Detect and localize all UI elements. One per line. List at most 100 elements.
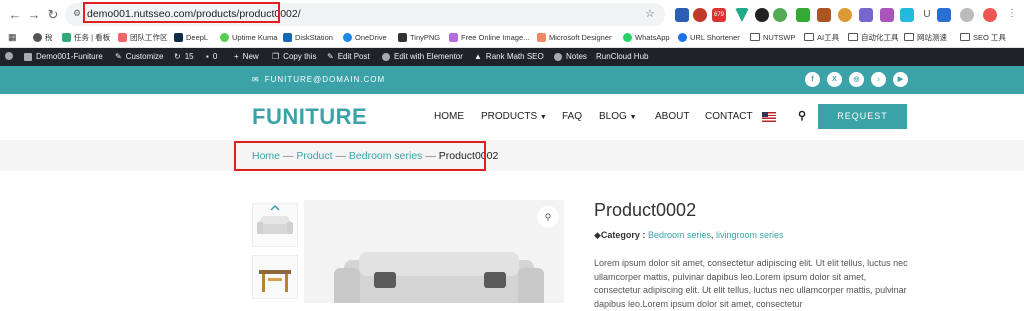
- reload-icon[interactable]: ↻: [44, 6, 62, 24]
- bookmark-item[interactable]: 稅: [33, 30, 53, 44]
- bookmark-label: 团队工作区: [130, 32, 168, 42]
- bookmark-favicon-icon: [537, 32, 546, 42]
- extension-icon[interactable]: [859, 8, 873, 22]
- pencil-icon: ✎: [327, 52, 334, 61]
- x-icon[interactable]: X: [827, 72, 842, 87]
- extension-icon[interactable]: [817, 8, 831, 22]
- nav-about[interactable]: ABOUT: [655, 111, 689, 122]
- url-highlight-box: [83, 2, 280, 23]
- site-info-icon[interactable]: ⚙: [73, 8, 81, 19]
- nav-home[interactable]: HOME: [434, 111, 464, 122]
- adminbar-edit-post[interactable]: ✎ Edit Post: [327, 52, 370, 61]
- bookmark-item[interactable]: Microsoft Designer: [537, 30, 612, 44]
- adminbar-rankmath[interactable]: ▲ Rank Math SEO: [474, 52, 544, 61]
- extension-icon[interactable]: [755, 8, 769, 22]
- adminbar-updates[interactable]: ↻ 15: [174, 52, 194, 61]
- bookmark-item[interactable]: DeepL: [174, 30, 208, 44]
- extension-icon[interactable]: [693, 8, 707, 22]
- adminbar-elementor-label: Edit with Elementor: [394, 52, 463, 61]
- bookmark-item[interactable]: Uptime Kuma: [220, 30, 277, 44]
- adminbar-copy[interactable]: ❐ Copy this: [272, 52, 317, 61]
- us-flag-icon[interactable]: [762, 112, 776, 122]
- bookmark-label: Free Online Image...: [461, 32, 530, 42]
- instagram-icon[interactable]: ◎: [849, 72, 864, 87]
- bookmark-label: SEO 工具: [973, 32, 1006, 42]
- bookmark-folder[interactable]: SEO 工具: [960, 30, 1006, 44]
- notes-icon: [554, 52, 562, 61]
- bookmark-item[interactable]: 团队工作区: [118, 30, 168, 44]
- adminbar-customize[interactable]: ✎ Customize: [115, 52, 164, 61]
- request-button[interactable]: REQUEST: [818, 104, 907, 129]
- extension-icon[interactable]: [983, 8, 997, 22]
- extension-icon[interactable]: [900, 8, 914, 22]
- adminbar-elementor[interactable]: Edit with Elementor: [382, 52, 463, 61]
- wordpress-logo-icon[interactable]: [5, 52, 13, 60]
- adminbar-copy-label: Copy this: [283, 52, 317, 61]
- product-thumbnail[interactable]: [252, 203, 298, 247]
- extension-icon[interactable]: [675, 8, 689, 22]
- bookmark-label: AI工具: [817, 32, 840, 42]
- category-link-livingroom[interactable]: livingroom series: [716, 230, 784, 240]
- extension-icon[interactable]: [937, 8, 951, 22]
- table-thumbnail-image: [259, 270, 291, 292]
- bookmark-item[interactable]: TinyPNG: [398, 30, 440, 44]
- flag-canton: [762, 112, 768, 117]
- extension-icon[interactable]: [796, 8, 810, 22]
- topbar-email[interactable]: ✉ FUNITURE@DOMAIN.COM: [252, 75, 385, 84]
- facebook-icon[interactable]: f: [805, 72, 820, 87]
- product-main-image[interactable]: ⚲: [304, 200, 564, 310]
- site-logo[interactable]: FUNITURE: [252, 104, 367, 130]
- menu-icon[interactable]: ⋮: [1005, 8, 1019, 22]
- forward-icon[interactable]: →: [25, 6, 43, 24]
- extension-badge-icon[interactable]: 679: [712, 8, 726, 22]
- elementor-icon: [382, 52, 390, 61]
- adminbar-notes[interactable]: Notes: [554, 52, 587, 61]
- adminbar-runcloud[interactable]: RunCloud Hub: [596, 52, 648, 61]
- back-icon[interactable]: ←: [6, 6, 24, 24]
- product-category: ◆Category : Bedroom series, livingroom s…: [594, 230, 784, 241]
- tiktok-icon[interactable]: ♪: [871, 72, 886, 87]
- search-icon[interactable]: ⚲: [798, 109, 806, 122]
- bookmark-label: TinyPNG: [410, 32, 441, 42]
- extension-icon[interactable]: [880, 8, 894, 22]
- bookmark-favicon-icon: [220, 32, 229, 42]
- category-link-bedroom[interactable]: Bedroom series: [648, 230, 711, 240]
- folder-icon: [960, 33, 970, 41]
- adminbar-new[interactable]: + New: [234, 52, 259, 61]
- cloud-icon: [343, 32, 352, 42]
- bookmark-item[interactable]: URL Shortener: [678, 30, 740, 44]
- bookmark-label: DiskStation: [295, 32, 333, 42]
- extension-u-icon[interactable]: U: [920, 8, 934, 22]
- bookmark-item[interactable]: WhatsApp: [623, 30, 670, 44]
- extension-icon[interactable]: [735, 8, 749, 22]
- youtube-icon[interactable]: ▶: [893, 72, 908, 87]
- extension-icon[interactable]: [838, 8, 852, 22]
- product-thumbnail[interactable]: [252, 255, 298, 299]
- bookmark-label: Uptime Kuma: [232, 32, 278, 42]
- caret-down-icon: ▼: [539, 114, 547, 121]
- adminbar-site[interactable]: Demo001-Funiture: [24, 52, 103, 61]
- nav-contact[interactable]: CONTACT: [705, 111, 753, 122]
- nav-products[interactable]: PRODUCTS ▼: [481, 111, 547, 122]
- bookmark-star-icon[interactable]: ☆: [645, 7, 655, 20]
- bookmark-folder[interactable]: AI工具: [804, 30, 839, 44]
- extension-icon[interactable]: [960, 8, 974, 22]
- nav-faq[interactable]: FAQ: [562, 111, 582, 122]
- bookmark-item[interactable]: Free Online Image...: [449, 30, 529, 44]
- zoom-icon[interactable]: ⚲: [537, 206, 559, 228]
- bookmark-folder[interactable]: 自动化工具: [848, 30, 899, 44]
- bookmark-folder[interactable]: 网站测速: [904, 30, 947, 44]
- bookmark-folder[interactable]: NUTSWP: [750, 30, 796, 44]
- apps-icon[interactable]: ▦: [8, 30, 17, 44]
- extension-icon[interactable]: [773, 8, 787, 22]
- bookmark-item[interactable]: 任务 | 看板: [62, 30, 110, 44]
- nav-blog[interactable]: BLOG ▼: [599, 111, 637, 122]
- bookmark-item[interactable]: DiskStation: [283, 30, 333, 44]
- bookmark-label: 任务 | 看板: [74, 32, 111, 42]
- adminbar-rankmath-label: Rank Math SEO: [485, 52, 544, 61]
- bookmark-item[interactable]: OneDrive: [343, 30, 387, 44]
- envelope-icon: ✉: [252, 75, 260, 84]
- home-icon: [24, 52, 32, 61]
- bookmark-favicon-icon: [118, 32, 127, 42]
- adminbar-comments[interactable]: ▪ 0: [206, 52, 217, 61]
